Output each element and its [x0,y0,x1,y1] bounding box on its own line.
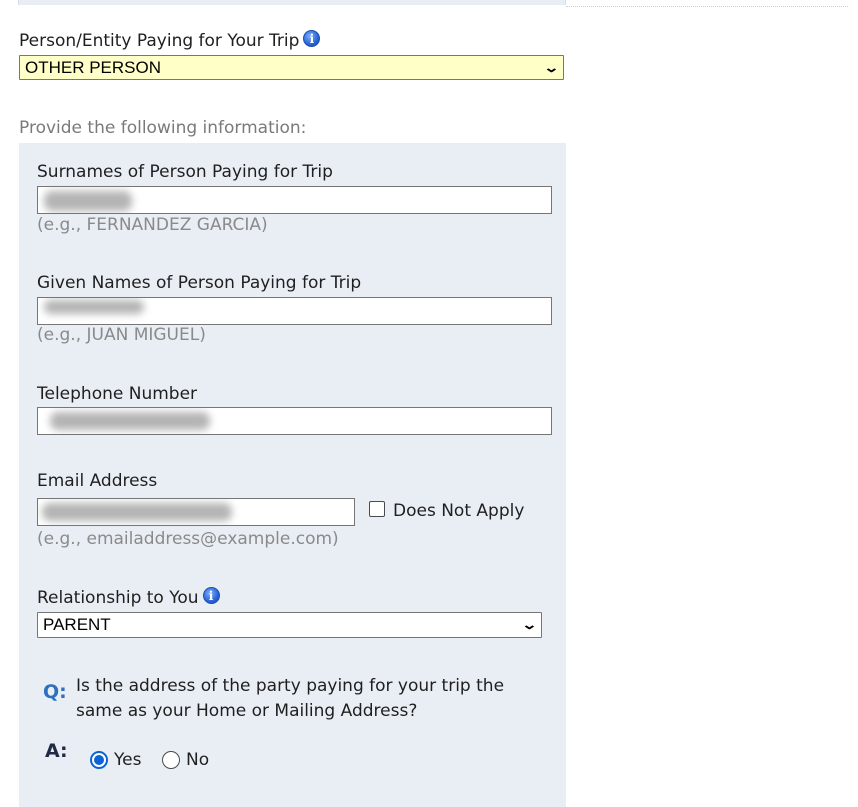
payer-select[interactable]: OTHER PERSON ⌄ [19,55,564,80]
question-text: Is the address of the party paying for y… [76,676,505,721]
relationship-select[interactable]: PARENT ⌄ [37,612,542,638]
given-names-input[interactable] [37,297,552,325]
redacted-value [42,503,232,521]
redacted-value [44,191,132,211]
yes-label[interactable]: Yes [114,750,141,770]
chevron-down-icon: ⌄ [543,59,560,75]
info-icon[interactable]: i [202,587,220,604]
redacted-value [50,412,210,430]
telephone-input[interactable] [37,407,552,435]
surnames-input[interactable] [37,186,552,214]
telephone-label: Telephone Number [37,384,198,404]
does-not-apply-label[interactable]: Does Not Apply [393,501,524,521]
given-names-example: (e.g., JUAN MIGUEL) [37,325,206,345]
no-label[interactable]: No [186,750,209,770]
relationship-selected-value: PARENT [43,615,111,634]
payer-label-text: Person/Entity Paying for Your Trip [19,31,300,51]
provide-info-text: Provide the following information: [19,118,307,138]
no-radio[interactable] [162,751,180,769]
surnames-example: (e.g., FERNANDEZ GARCIA) [37,215,268,235]
redacted-value [44,300,144,314]
surnames-label: Surnames of Person Paying for Trip [37,162,333,182]
email-label: Email Address [37,471,158,491]
info-icon[interactable]: i [303,30,321,47]
answer-marker: A: [45,740,68,762]
relationship-label-text: Relationship to You [37,588,199,608]
divider [566,6,848,7]
relationship-label: Relationship to You i [37,587,220,608]
yes-radio[interactable] [90,751,108,769]
does-not-apply-checkbox[interactable] [369,501,385,517]
chevron-down-icon: ⌄ [521,617,538,632]
payer-field-label: Person/Entity Paying for Your Trip i [19,30,321,51]
previous-section-edge [18,0,566,5]
payer-selected-value: OTHER PERSON [25,57,162,77]
given-names-label: Given Names of Person Paying for Trip [37,273,362,293]
email-input[interactable] [37,498,355,526]
email-example: (e.g., emailaddress@example.com) [37,529,339,549]
question-marker: Q: [43,681,67,703]
